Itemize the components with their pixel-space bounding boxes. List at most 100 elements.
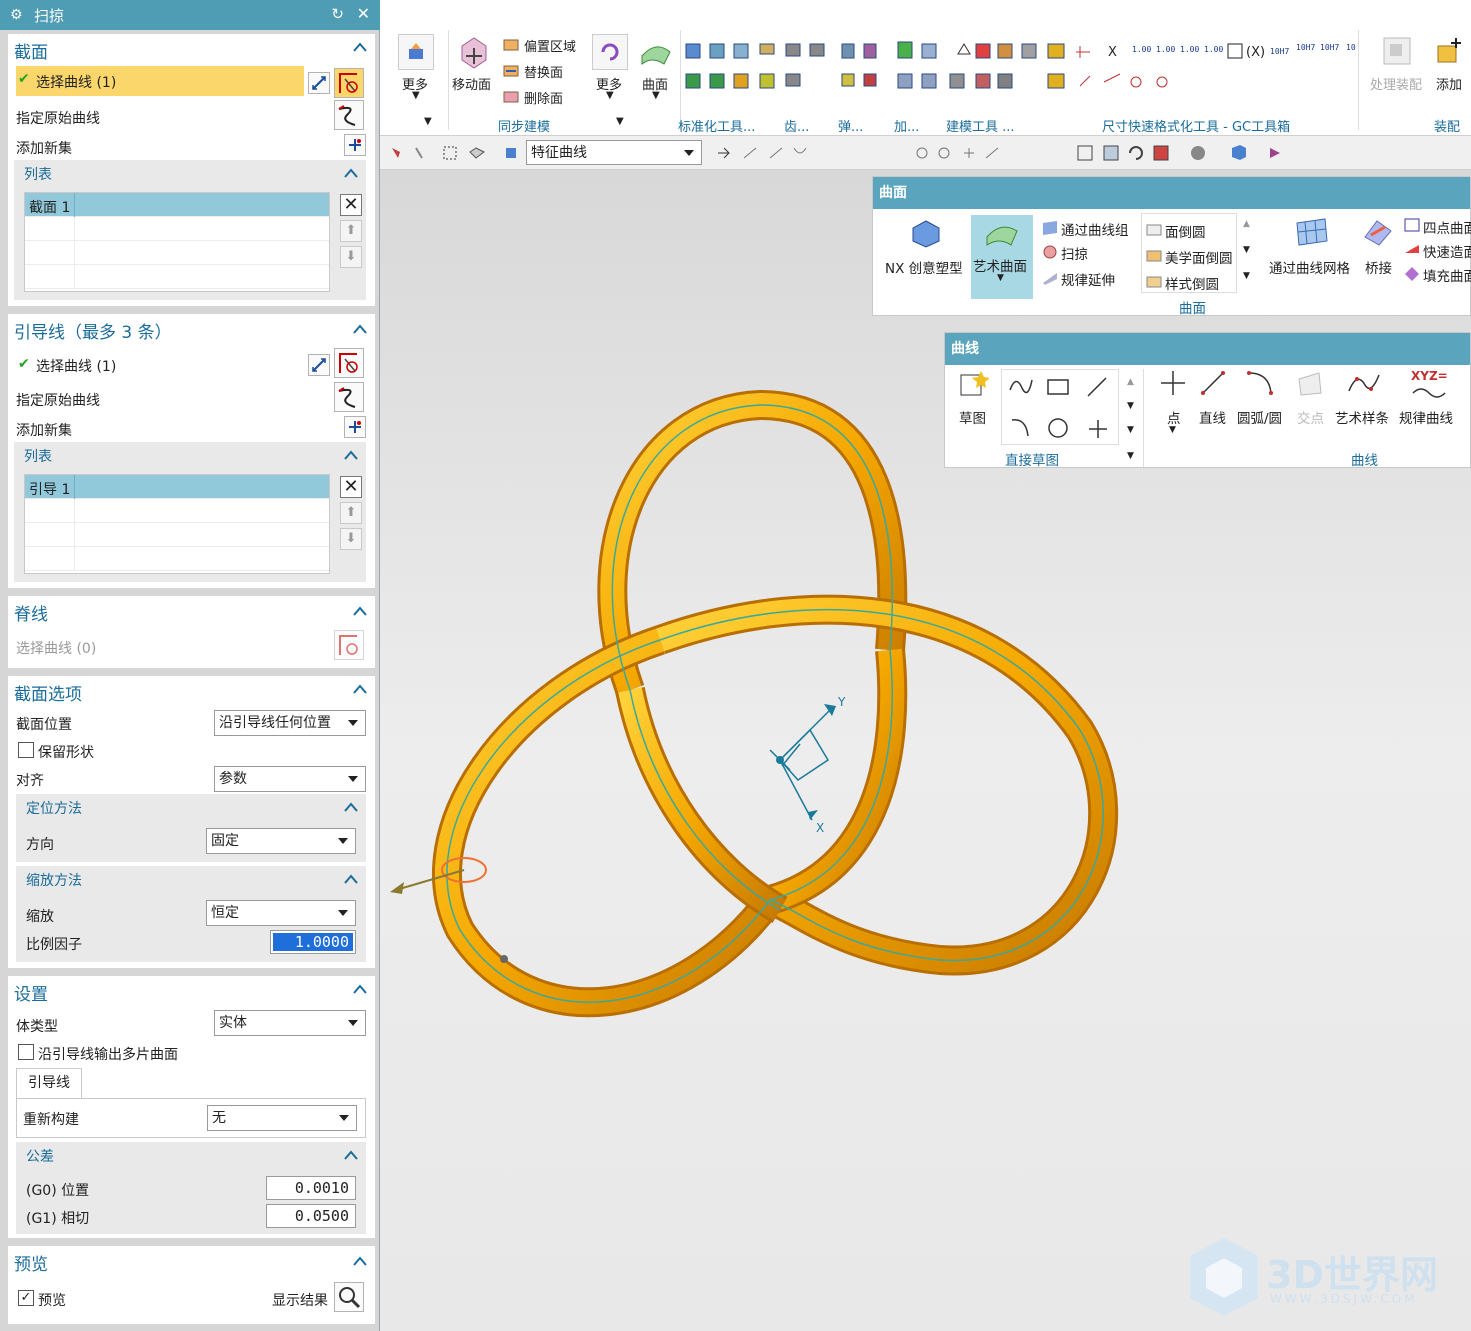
show-result-button[interactable] xyxy=(334,1282,364,1312)
delete-face-button[interactable]: 删除面 xyxy=(524,88,563,107)
align-select[interactable]: 参数 xyxy=(214,766,366,792)
through-curves-button[interactable]: 通过曲线组 xyxy=(1061,219,1129,239)
select-curve-icon[interactable] xyxy=(334,68,364,98)
fill-surface-icon[interactable] xyxy=(1403,265,1421,283)
collapse-icon[interactable] xyxy=(353,42,367,52)
chevron-down-icon[interactable]: ▼ xyxy=(616,116,624,127)
move-face-icon[interactable] xyxy=(456,34,492,70)
aesthetic-blend-icon[interactable] xyxy=(1145,247,1163,265)
expand-icon[interactable]: ▼ xyxy=(1243,271,1250,281)
style-blend-icon[interactable] xyxy=(1145,273,1163,291)
tolerance-header[interactable]: 公差 xyxy=(26,1146,54,1166)
replace-face-icon[interactable] xyxy=(502,62,520,80)
section-position-select[interactable]: 沿引导线任何位置 xyxy=(214,710,366,736)
point-button[interactable]: 点 xyxy=(1167,407,1181,427)
section-options-header[interactable]: 截面选项 xyxy=(14,680,82,705)
sketch-icon[interactable] xyxy=(959,369,989,399)
scale-factor-input[interactable]: 1.0000 xyxy=(270,930,356,954)
list-header[interactable]: 列表 xyxy=(24,164,52,184)
handle-assembly-button[interactable]: 处理装配 xyxy=(1370,74,1422,93)
expand-icon[interactable]: ▼ xyxy=(1127,425,1134,435)
g0-input[interactable]: 0.0010 xyxy=(266,1176,356,1200)
point-icon[interactable] xyxy=(1159,369,1187,397)
through-curves-icon[interactable] xyxy=(1041,219,1059,237)
arc-circle-button[interactable]: 圆弧/圆 xyxy=(1237,407,1282,427)
arc-circle-icon[interactable] xyxy=(1245,369,1275,397)
rebuild-select[interactable]: 无 xyxy=(207,1105,357,1131)
scroll-up-icon[interactable]: ▲ xyxy=(1243,219,1250,229)
collapse-icon[interactable] xyxy=(344,168,358,178)
graphics-viewport[interactable]: Y X 曲面 NX 创意塑型 艺术曲面 ▼ 通过曲线组 扫掠 规律延伸 面倒圆 … xyxy=(380,170,1471,1331)
handle-assembly-icon[interactable] xyxy=(1380,34,1414,68)
sweep-button[interactable]: 扫掠 xyxy=(1061,243,1088,263)
orientation-header[interactable]: 定位方法 xyxy=(26,798,82,818)
table-row[interactable] xyxy=(25,523,329,547)
more-button-1-icon[interactable] xyxy=(398,34,434,70)
table-row[interactable] xyxy=(25,217,329,241)
reset-icon[interactable]: ↻ xyxy=(331,5,344,23)
nx-creative-button[interactable]: NX 创意塑型 xyxy=(885,257,963,277)
scroll-down-icon[interactable]: ▼ xyxy=(1127,401,1134,411)
table-row[interactable]: 截面 1 xyxy=(25,193,329,217)
direction-select[interactable]: 固定 xyxy=(206,828,356,854)
type-filter-select[interactable]: 特征曲线 xyxy=(526,140,702,165)
law-extension-icon[interactable] xyxy=(1041,269,1059,287)
sketch-tools-icon[interactable] xyxy=(1002,370,1120,446)
preview-checkbox[interactable]: ✓ xyxy=(18,1290,34,1306)
move-face-button[interactable]: 移动面 xyxy=(452,74,491,93)
scroll-up-icon[interactable]: ▲ xyxy=(1127,377,1134,387)
collapse-icon[interactable] xyxy=(344,1150,358,1160)
face-blend-button[interactable]: 面倒圆 xyxy=(1165,221,1206,241)
table-row[interactable] xyxy=(25,265,329,289)
collapse-icon[interactable] xyxy=(353,606,367,616)
chevron-down-icon[interactable]: ▼ xyxy=(412,90,420,101)
chevron-down-icon[interactable]: ▼ xyxy=(1169,425,1176,435)
collapse-icon[interactable] xyxy=(353,984,367,994)
gear-icon[interactable]: ⚙ xyxy=(10,8,24,22)
intersect-icon[interactable] xyxy=(1295,369,1325,397)
bridge-button[interactable]: 桥接 xyxy=(1365,257,1392,277)
remove-icon[interactable]: ✕ xyxy=(340,476,362,498)
more-button-2-icon[interactable] xyxy=(592,34,628,70)
line-icon[interactable] xyxy=(1199,369,1227,397)
list-header[interactable]: 列表 xyxy=(24,446,52,466)
law-curve-button[interactable]: 规律曲线 xyxy=(1399,407,1453,427)
section-select-curve-row[interactable]: ✔ 选择曲线 (1) xyxy=(16,66,304,96)
tab-guide[interactable]: 引导线 xyxy=(16,1068,82,1098)
multi-face-checkbox[interactable] xyxy=(18,1044,34,1060)
curve-rule-icon[interactable] xyxy=(308,72,330,94)
offset-region-icon[interactable] xyxy=(502,36,520,54)
move-up-icon[interactable]: ⬆ xyxy=(340,502,362,524)
spine-select-curve-label[interactable]: 选择曲线 (0) xyxy=(16,638,96,658)
spine-header[interactable]: 脊线 xyxy=(14,600,48,625)
move-up-icon[interactable]: ⬆ xyxy=(340,220,362,242)
collapse-icon[interactable] xyxy=(353,324,367,334)
aesthetic-blend-button[interactable]: 美学面倒圆 xyxy=(1165,247,1233,267)
chevron-down-icon[interactable]: ▼ xyxy=(1127,451,1134,461)
table-row[interactable] xyxy=(25,499,329,523)
table-row[interactable] xyxy=(25,547,329,571)
add-component-icon[interactable] xyxy=(1432,34,1466,68)
select-curve-icon[interactable] xyxy=(334,630,364,660)
scale-select[interactable]: 恒定 xyxy=(206,900,356,926)
collapse-icon[interactable] xyxy=(344,802,358,812)
quick-surface-button[interactable]: 快速造面 xyxy=(1423,241,1471,261)
chevron-down-icon[interactable]: ▼ xyxy=(652,90,660,101)
intersect-button[interactable]: 交点 xyxy=(1297,407,1324,427)
collapse-icon[interactable] xyxy=(353,1256,367,1266)
law-extension-button[interactable]: 规律延伸 xyxy=(1061,269,1115,289)
preview-header[interactable]: 预览 xyxy=(14,1250,48,1275)
toolbar-icon-grid[interactable]: X 1.00 1.00 1.00 1.00 10H7 10H7 10H7 10 (X) xyxy=(680,38,1380,98)
add-new-set-icon[interactable] xyxy=(344,416,366,438)
bridge-icon[interactable] xyxy=(1363,217,1393,247)
settings-header[interactable]: 设置 xyxy=(14,980,48,1005)
delete-face-icon[interactable] xyxy=(502,88,520,106)
specify-original-curve-icon[interactable] xyxy=(334,100,364,130)
fill-surface-button[interactable]: 填充曲面 xyxy=(1423,265,1471,285)
body-type-select[interactable]: 实体 xyxy=(214,1010,366,1036)
view-tools-icon[interactable] xyxy=(1074,143,1314,163)
snap-tools-icon[interactable] xyxy=(714,144,1044,162)
curve-rule-icon[interactable] xyxy=(308,354,330,376)
law-curve-icon[interactable]: XYZ= xyxy=(1411,369,1448,383)
table-row[interactable]: 引导 1 xyxy=(25,475,329,499)
